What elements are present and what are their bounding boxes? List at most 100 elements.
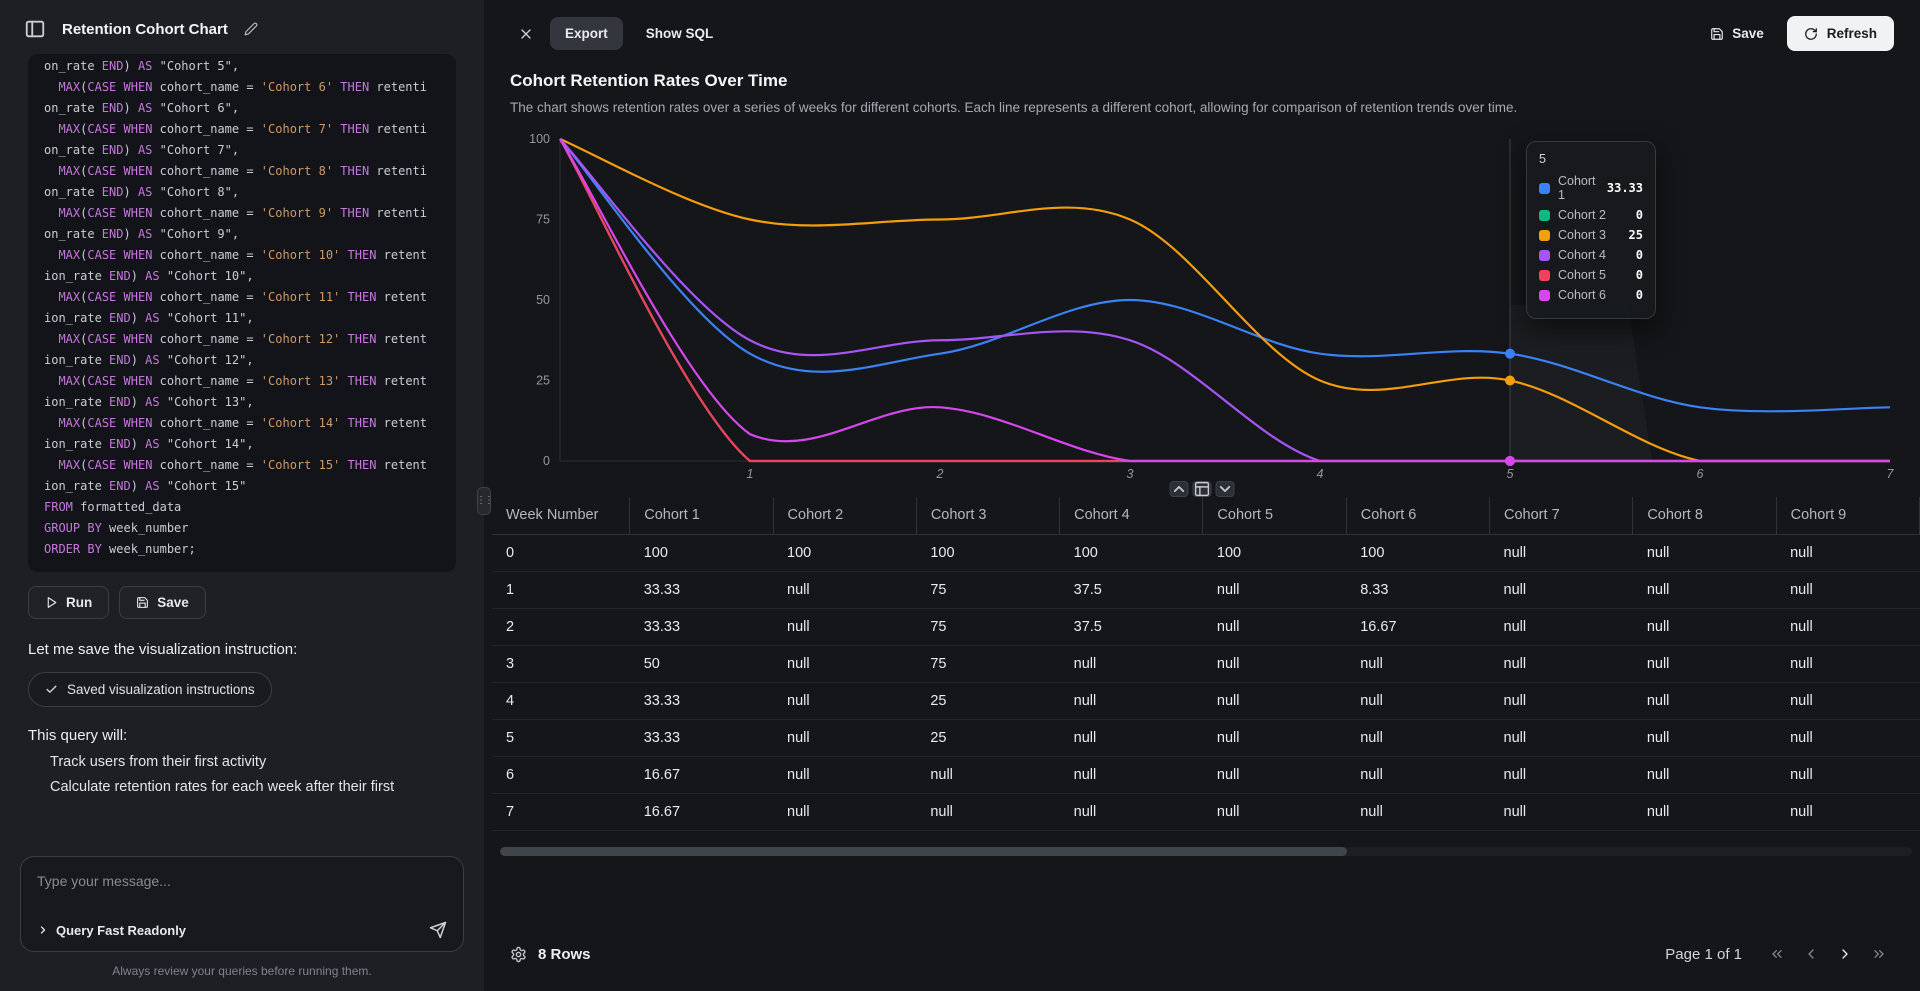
save-chart-label: Save (1732, 26, 1764, 41)
refresh-icon (1804, 27, 1818, 41)
table-cell: null (1776, 793, 1919, 830)
sidebar-toggle-button[interactable] (24, 18, 46, 40)
table-icon (1194, 309, 1211, 669)
chat-mode-selector[interactable]: Query Fast Readonly (37, 923, 186, 938)
table-cell: 75 (916, 608, 1059, 645)
table-cell: null (916, 756, 1059, 793)
table-cell: null (1633, 756, 1776, 793)
code-line: on_rate END) AS "Cohort 5", (44, 56, 440, 77)
table-cell: null (1346, 756, 1489, 793)
close-button[interactable] (510, 20, 542, 48)
horizontal-scrollbar[interactable] (500, 847, 1912, 856)
table-cell: null (916, 793, 1059, 830)
code-line: ion_rate END) AS "Cohort 15" (44, 476, 440, 497)
table-cell: null (1060, 682, 1203, 719)
chevron-up-icon (1171, 309, 1188, 669)
save-query-button[interactable]: Save (119, 586, 206, 619)
table-cell: 25 (916, 719, 1059, 756)
code-line: MAX(CASE WHEN cohort_name = 'Cohort 11' … (44, 287, 440, 308)
code-line: MAX(CASE WHEN cohort_name = 'Cohort 12' … (44, 329, 440, 350)
row-count: 8 Rows (538, 946, 591, 963)
first-page-button[interactable] (1762, 939, 1792, 969)
series-value: 0 (1636, 248, 1643, 262)
series-value: 25 (1629, 228, 1643, 242)
table-cell: null (1346, 793, 1489, 830)
run-query-button[interactable]: Run (28, 586, 109, 619)
table-cell: null (1490, 756, 1633, 793)
next-page-button[interactable] (1830, 939, 1860, 969)
chart-area[interactable]: 02550751001234567 5 Cohort 133.33Cohort … (510, 125, 1894, 485)
series-value: 0 (1636, 288, 1643, 302)
table-cell: 75 (916, 571, 1059, 608)
table-cell: null (1776, 608, 1919, 645)
table-row[interactable]: 616.67nullnullnullnullnullnullnullnull (492, 756, 1920, 793)
close-icon (518, 26, 534, 42)
table-cell: null (1776, 682, 1919, 719)
table-cell: null (1633, 719, 1776, 756)
column-header: Cohort 3 (916, 497, 1059, 534)
table-cell: 33.33 (630, 682, 773, 719)
series-swatch (1539, 230, 1550, 241)
table-cell: null (1490, 571, 1633, 608)
table-cell: null (1346, 682, 1489, 719)
refresh-button[interactable]: Refresh (1787, 16, 1894, 51)
scrollbar-thumb[interactable] (500, 847, 1347, 856)
last-page-button[interactable] (1864, 939, 1894, 969)
table-cell: null (1633, 534, 1776, 571)
chevrons-left-icon (1769, 946, 1785, 962)
saved-instructions-badge: Saved visualization instructions (28, 672, 272, 707)
table-cell: null (1776, 756, 1919, 793)
query-step: Calculate retention rates for each week … (50, 779, 456, 795)
tooltip-row: Cohort 40 (1539, 248, 1643, 262)
code-line: MAX(CASE WHEN cohort_name = 'Cohort 8' T… (44, 161, 440, 182)
svg-text:0: 0 (543, 454, 550, 468)
svg-text:25: 25 (536, 374, 550, 388)
table-cell: null (1633, 608, 1776, 645)
panel-left-icon (24, 18, 46, 40)
svg-text:6: 6 (1697, 467, 1704, 481)
prev-page-button[interactable] (1796, 939, 1826, 969)
table-cell: null (1203, 719, 1346, 756)
code-line: ion_rate END) AS "Cohort 10", (44, 266, 440, 287)
table-cell: 16.67 (1346, 608, 1489, 645)
export-button[interactable]: Export (550, 17, 623, 50)
app-root: Retention Cohort Chart on_rate END) AS "… (0, 0, 1920, 991)
table-cell: null (1776, 571, 1919, 608)
edit-title-icon[interactable] (244, 22, 258, 36)
save-icon (1710, 27, 1724, 41)
svg-text:5: 5 (1507, 467, 1514, 481)
svg-text:3: 3 (1127, 467, 1134, 481)
table-view-button[interactable] (1193, 481, 1212, 497)
sidebar-resize-handle[interactable]: ⋮⋮ (477, 487, 491, 515)
pagination: Page 1 of 1 (1665, 939, 1894, 969)
table-cell: 33.33 (630, 571, 773, 608)
assistant-message: Let me save the visualization instructio… (28, 641, 456, 658)
save-chart-button[interactable]: Save (1695, 17, 1779, 50)
tooltip-row: Cohort 133.33 (1539, 174, 1643, 202)
code-line: on_rate END) AS "Cohort 7", (44, 140, 440, 161)
table-row[interactable]: 533.33null25nullnullnullnullnullnull (492, 719, 1920, 756)
gear-icon (510, 946, 527, 963)
collapse-chart-button[interactable] (1170, 481, 1189, 497)
show-sql-button[interactable]: Show SQL (631, 17, 729, 50)
series-name: Cohort 6 (1558, 288, 1628, 302)
chat-toolbar: Query Fast Readonly (37, 921, 447, 939)
table-settings-button[interactable] (510, 946, 527, 963)
svg-text:1: 1 (747, 467, 754, 481)
send-message-button[interactable] (429, 921, 447, 939)
chat-input[interactable] (37, 873, 447, 889)
table-row[interactable]: 433.33null25nullnullnullnullnullnull (492, 682, 1920, 719)
table-row[interactable]: 716.67nullnullnullnullnullnullnullnull (492, 793, 1920, 830)
code-line: ion_rate END) AS "Cohort 12", (44, 350, 440, 371)
table-cell: null (773, 608, 916, 645)
chart-controls (1170, 481, 1235, 497)
table-cell: 5 (492, 719, 630, 756)
series-swatch (1539, 250, 1550, 261)
check-icon (45, 683, 58, 696)
save-icon (136, 596, 149, 609)
table-cell: null (1490, 645, 1633, 682)
chat-input-box[interactable]: Query Fast Readonly (20, 856, 464, 952)
sql-editor[interactable]: on_rate END) AS "Cohort 5", MAX(CASE WHE… (28, 54, 456, 572)
code-line: ion_rate END) AS "Cohort 13", (44, 392, 440, 413)
expand-table-button[interactable] (1216, 481, 1235, 497)
